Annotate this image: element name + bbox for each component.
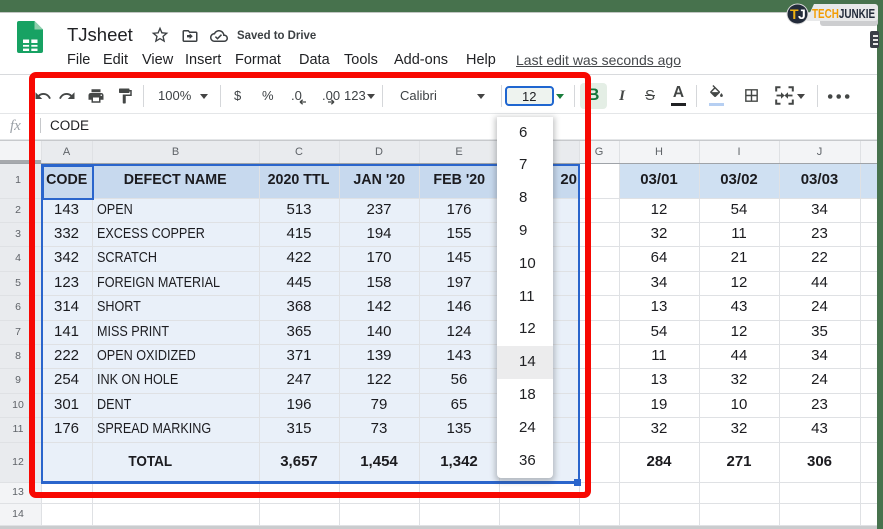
svg-text:J: J <box>798 6 806 22</box>
